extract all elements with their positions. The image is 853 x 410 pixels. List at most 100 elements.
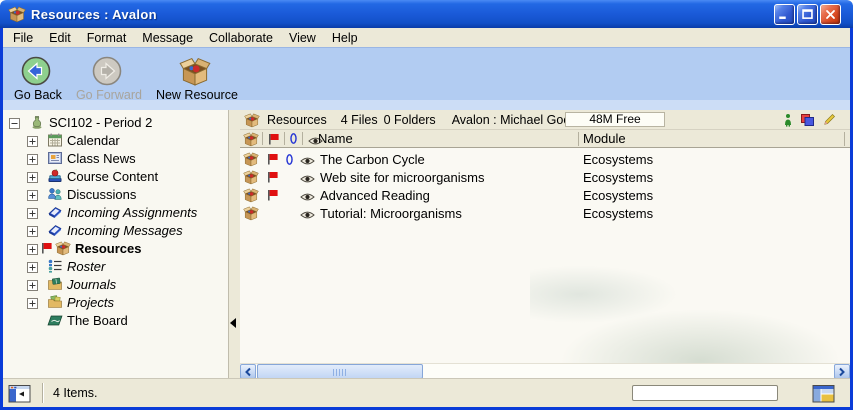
board-icon: [47, 312, 63, 328]
new-resource-button[interactable]: New Resource: [151, 54, 243, 103]
tree-item-label: Incoming Assignments: [67, 205, 197, 220]
tree-item-label: Incoming Messages: [67, 223, 183, 238]
resource-box-icon: [243, 169, 259, 185]
column-divider: [844, 132, 845, 146]
tree-item-projects[interactable]: Projects: [3, 293, 228, 311]
expand-expander-icon[interactable]: [27, 153, 38, 164]
user-icon[interactable]: [783, 113, 793, 127]
tree-item-calendar[interactable]: Calendar: [3, 131, 228, 149]
attachment-column-icon[interactable]: [289, 132, 298, 145]
resource-name: Advanced Reading: [320, 188, 430, 203]
resource-box-icon: [243, 151, 259, 167]
expand-expander-icon[interactable]: [27, 243, 38, 254]
go-forward-icon: [91, 55, 123, 87]
file-count: 4 Files: [341, 113, 378, 127]
tree-item-label: Projects: [67, 295, 114, 310]
tree-item-class-news[interactable]: Class News: [3, 149, 228, 167]
expand-expander-icon[interactable]: [27, 261, 38, 272]
titlebar[interactable]: Resources : Avalon: [0, 0, 853, 28]
free-space-indicator: 48M Free: [565, 112, 665, 127]
tree-item-label: Class News: [67, 151, 136, 166]
menu-view[interactable]: View: [281, 30, 324, 46]
collapse-expander-icon[interactable]: [9, 117, 20, 128]
preview-eye-icon[interactable]: [300, 190, 315, 200]
resource-row-advanced-reading[interactable]: Advanced Reading Ecosystems: [240, 186, 850, 204]
tree-item-label: Course Content: [67, 169, 158, 184]
tree-item-journals[interactable]: Journals: [3, 275, 228, 293]
expand-expander-icon[interactable]: [27, 171, 38, 182]
menu-message[interactable]: Message: [134, 30, 201, 46]
tree-item-incoming-messages[interactable]: Incoming Messages: [3, 221, 228, 239]
tree-item-sci102-period-2[interactable]: SCI102 - Period 2: [3, 113, 228, 131]
window-title: Resources : Avalon: [31, 7, 157, 22]
scrollbar-thumb[interactable]: [257, 364, 423, 379]
preview-eye-icon[interactable]: [300, 154, 315, 164]
attachment-placeholder: [285, 189, 294, 202]
flag-icon: [266, 152, 279, 166]
scrollbar-grip: [333, 369, 347, 376]
menu-file[interactable]: File: [5, 30, 41, 46]
close-button[interactable]: [820, 4, 841, 25]
horizontal-scrollbar[interactable]: [240, 363, 850, 378]
resource-row-the-carbon-cycle[interactable]: The Carbon CycleEcosystems: [240, 150, 850, 168]
expand-expander-icon[interactable]: [27, 297, 38, 308]
column-name-header[interactable]: Name: [318, 131, 353, 146]
go-back-button[interactable]: Go Back: [9, 54, 67, 103]
tree-item-course-content[interactable]: Course Content: [3, 167, 228, 185]
resource-row-web-site-for-microorganisms[interactable]: Web site for microorganismsEcosystems: [240, 168, 850, 186]
flag-icon: [266, 188, 279, 202]
column-divider: [302, 132, 303, 145]
expand-expander-icon[interactable]: [27, 225, 38, 236]
collapse-panel-arrow-icon[interactable]: [230, 318, 236, 328]
attachment-placeholder: [285, 207, 294, 220]
incoming-messages-icon: [47, 222, 63, 238]
menu-edit[interactable]: Edit: [41, 30, 79, 46]
tree-item-roster[interactable]: Roster: [3, 257, 228, 275]
statusbar: 4 Items.: [3, 378, 850, 407]
tree-item-incoming-assignments[interactable]: Incoming Assignments: [3, 203, 228, 221]
menubar: FileEditFormatMessageCollaborateViewHelp: [3, 28, 850, 47]
class-icon: [29, 114, 45, 130]
resource-module: Ecosystems: [583, 188, 653, 203]
layout-toggle-icon[interactable]: [812, 383, 836, 404]
column-divider: [284, 132, 285, 145]
layers-icon[interactable]: [800, 113, 815, 127]
status-progress-box: [632, 385, 778, 401]
column-module-header[interactable]: Module: [583, 131, 626, 146]
expand-expander-icon[interactable]: [27, 135, 38, 146]
projects-icon: [47, 294, 63, 310]
go-forward-button[interactable]: Go Forward: [71, 54, 147, 103]
menu-collaborate[interactable]: Collaborate: [201, 30, 281, 46]
menu-format[interactable]: Format: [79, 30, 135, 46]
roster-icon: [47, 258, 63, 274]
tree-item-discussions[interactable]: Discussions: [3, 185, 228, 203]
scroll-right-button[interactable]: [834, 364, 850, 379]
scroll-left-button[interactable]: [240, 364, 256, 379]
resource-row-tutorial-microorganisms[interactable]: Tutorial: MicroorganismsEcosystems: [240, 204, 850, 222]
preview-eye-icon[interactable]: [300, 172, 315, 182]
expand-expander-icon[interactable]: [27, 189, 38, 200]
edit-pencil-icon[interactable]: [822, 113, 836, 127]
expand-expander-icon[interactable]: [27, 207, 38, 218]
toggle-tree-panel-icon[interactable]: [8, 383, 32, 404]
list-column-header: Name Module: [240, 130, 850, 148]
tree-item-the-board[interactable]: The Board: [3, 311, 228, 329]
item-count-text: 4 Items.: [53, 386, 97, 400]
class-news-icon: [47, 150, 63, 166]
new-resource-label: New Resource: [156, 88, 238, 102]
panel-action-icons: [783, 113, 850, 127]
panel-splitter[interactable]: [230, 110, 240, 378]
calendar-icon: [47, 132, 63, 148]
column-divider: [262, 132, 263, 145]
menu-help[interactable]: Help: [324, 30, 366, 46]
window-border: [0, 26, 3, 410]
expand-expander-icon[interactable]: [27, 279, 38, 290]
maximize-button[interactable]: [797, 4, 818, 25]
tree-item-resources[interactable]: Resources: [3, 239, 228, 257]
flag-column-icon[interactable]: [267, 132, 280, 146]
statusbar-divider: [42, 383, 43, 403]
minimize-button[interactable]: [774, 4, 795, 25]
preview-eye-icon[interactable]: [300, 208, 315, 218]
panel-title: Resources: [267, 113, 327, 127]
resource-box-column-icon[interactable]: [243, 131, 259, 147]
